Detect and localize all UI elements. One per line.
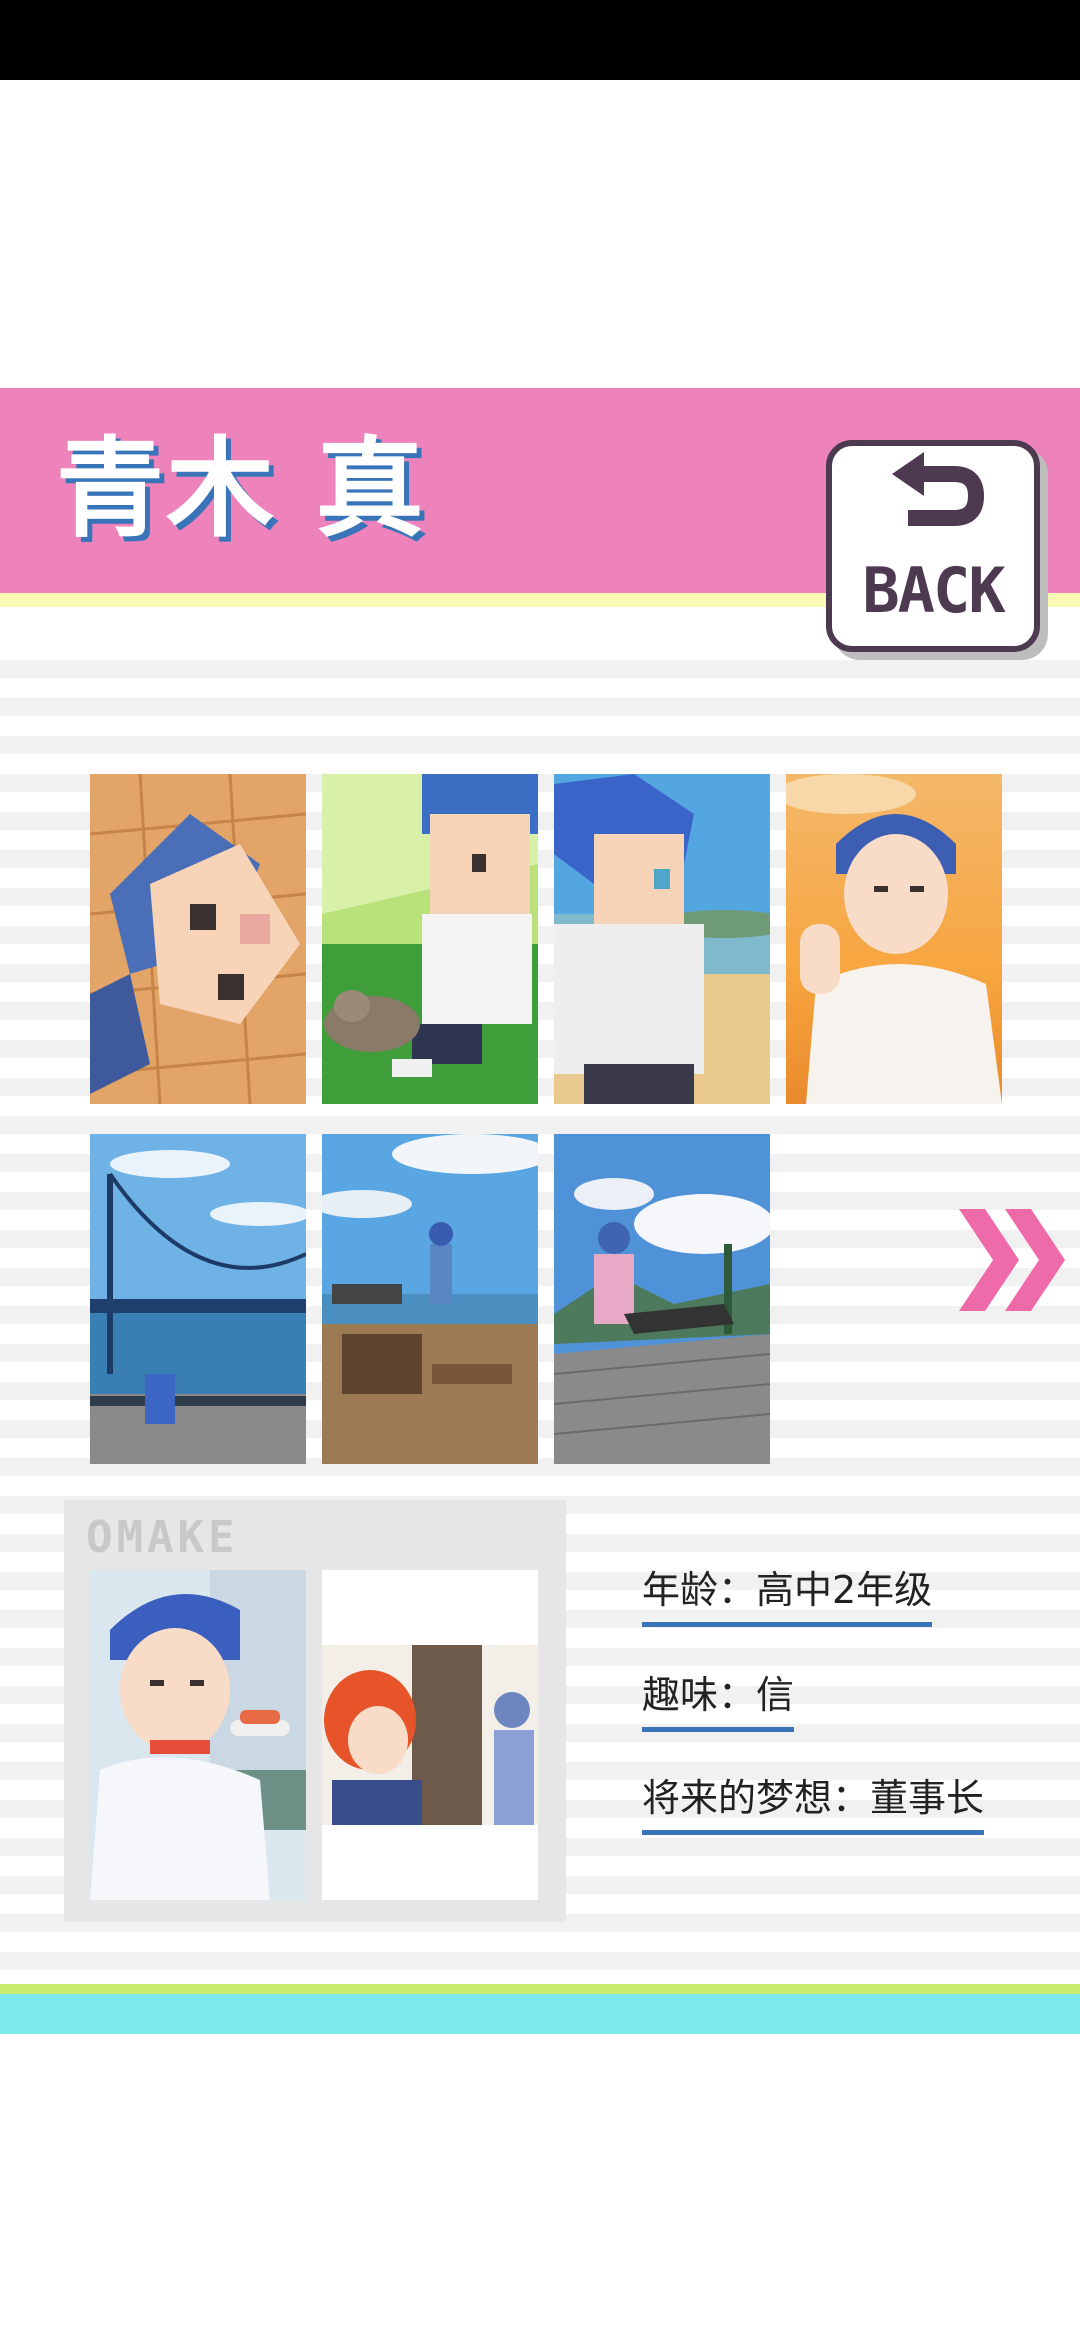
status-bar — [0, 0, 1080, 80]
omake-thumb-boy-eating-sushi[interactable] — [90, 1570, 306, 1900]
omake-panel: OMAKE — [64, 1500, 566, 1922]
profile-hobby: 趣味：信 — [642, 1667, 795, 1732]
gallery-thumb-bridge[interactable] — [90, 1134, 306, 1464]
gallery-thumb-pixel-boy-beach[interactable] — [554, 774, 770, 1104]
omake-thumb-boys-group[interactable] — [322, 1570, 538, 1900]
double-chevron-right-icon[interactable] — [955, 1205, 1075, 1315]
back-button[interactable]: BACK — [826, 440, 1040, 652]
return-arrow-icon — [892, 452, 985, 526]
back-button-label: BACK — [862, 554, 1005, 627]
gallery-thumb-pixel-face[interactable] — [90, 774, 306, 1104]
character-name-title: 青木 真 — [56, 427, 426, 552]
gallery-thumb-pixel-boy-cat[interactable] — [322, 774, 538, 1104]
footer-cyan-band — [0, 1994, 1080, 2034]
gallery-thumb-boardwalk[interactable] — [554, 1134, 770, 1464]
profile-dream: 将来的梦想：董事长 — [642, 1770, 985, 1835]
omake-label: OMAKE — [86, 1512, 239, 1563]
footer-green-stripe — [0, 1984, 1080, 1994]
profile-age: 年龄：高中2年级 — [642, 1562, 933, 1627]
gallery-thumb-anime-boy-sunset[interactable] — [786, 774, 1002, 1104]
gallery-thumb-observation-deck[interactable] — [322, 1134, 538, 1464]
